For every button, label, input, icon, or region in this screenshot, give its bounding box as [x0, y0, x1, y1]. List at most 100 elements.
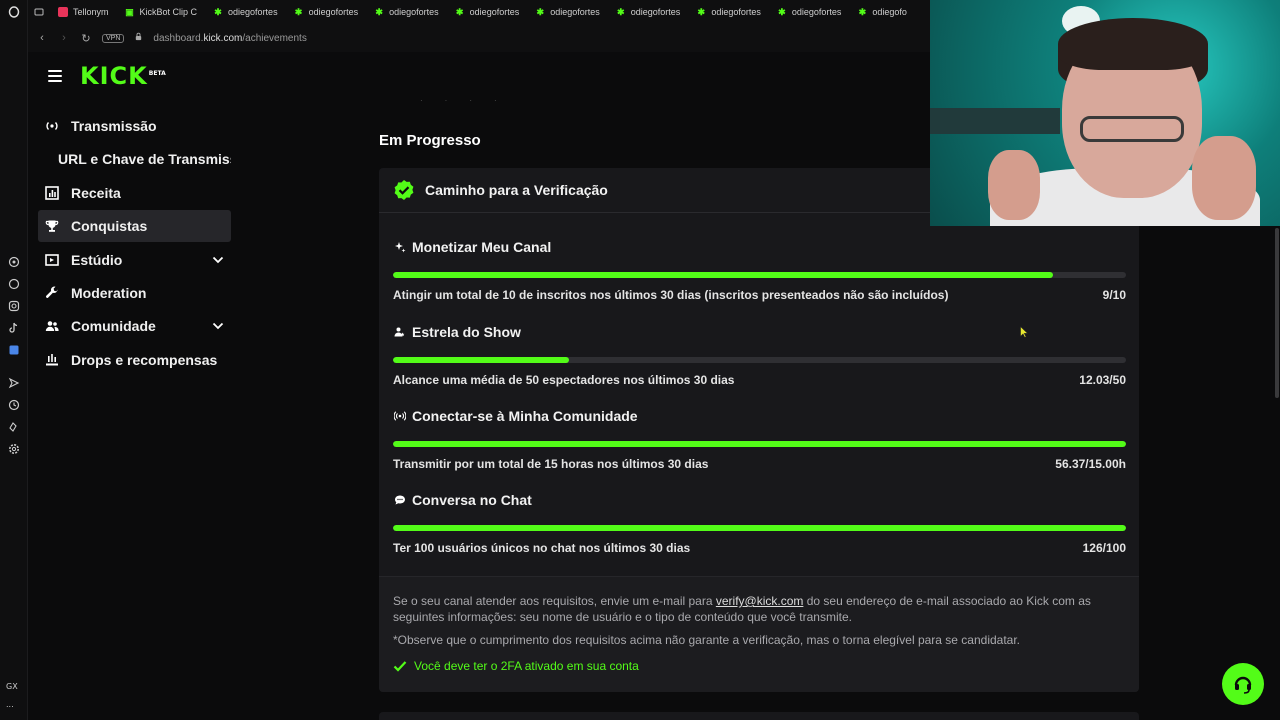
progress-bar	[393, 272, 1126, 278]
more-icon[interactable]: ...	[6, 700, 14, 709]
tab-menu[interactable]	[28, 0, 50, 24]
url-domain: kick.com	[203, 32, 243, 44]
tab-tellonym[interactable]: Tellonym	[50, 0, 117, 24]
achievement-title: Estrela do Show	[412, 324, 521, 340]
tab-label: odiegofortes	[308, 7, 359, 17]
achievement-value: 9/10	[1102, 288, 1126, 302]
kick-icon: ✱	[697, 6, 706, 17]
sidebar-item-transmissao[interactable]: Transmissão	[38, 110, 231, 142]
sidebar-item-moderation[interactable]: Moderation	[38, 277, 231, 309]
kick-icon: ✱	[858, 6, 867, 17]
achievement-value: 126/100	[1082, 541, 1126, 555]
trophy-icon	[44, 218, 60, 234]
sidebar-item-estudio[interactable]: Estúdio	[38, 244, 231, 276]
support-chat-button[interactable]	[1222, 663, 1264, 705]
url-field[interactable]: dashboard.kick.com/achievements	[153, 33, 306, 44]
sidebar-item-label: Transmissão	[71, 118, 157, 134]
settings-icon[interactable]	[7, 442, 21, 456]
scrollbar[interactable]	[1275, 228, 1279, 398]
sidebar-item-drops[interactable]: Drops e recompensas	[38, 344, 231, 376]
hamburger-menu-icon[interactable]	[48, 70, 62, 82]
verify-email-link[interactable]: verify@kick.com	[716, 594, 804, 608]
tab-label: odiegofortes	[791, 7, 842, 17]
address-bar: ‹ › ↻ VPN dashboard.kick.com/achievement…	[28, 24, 930, 52]
instagram-icon[interactable]	[7, 299, 21, 313]
back-icon[interactable]: ‹	[36, 32, 48, 44]
achievement-monetizar: Monetizar Meu Canal Atingir um total de …	[393, 239, 1126, 302]
extensions-icon[interactable]	[7, 420, 21, 434]
tab-odiegofortes[interactable]: ✱ odiegofortes	[688, 0, 769, 24]
chevron-down-icon[interactable]	[211, 319, 225, 333]
brand: KICK BETA	[48, 62, 166, 90]
live-signal-icon	[393, 410, 406, 423]
broadcast-icon	[44, 118, 60, 134]
sidebar-item-label: Drops e recompensas	[71, 351, 218, 368]
tab-label: odiegofo	[872, 7, 907, 17]
vpn-badge[interactable]: VPN	[102, 33, 125, 43]
achievement-description: Transmitir por um total de 15 horas nos …	[393, 457, 709, 471]
app-icon[interactable]	[7, 343, 21, 357]
verified-badge-icon	[394, 180, 414, 200]
viewers-icon	[393, 326, 406, 339]
tab-label: KickBot Clip C	[139, 7, 198, 17]
sidebar-item-url-chave[interactable]: URL e Chave de Transmissão	[38, 143, 231, 175]
screen: { "browser": { "tabs": [ {"label": "Tell…	[0, 0, 1280, 720]
tab-label: odiegofortes	[630, 7, 681, 17]
twofa-requirement: Você deve ter o 2FA ativado em sua conta	[393, 658, 1125, 674]
tab-odiegofortes[interactable]: ✱ odiegofo	[849, 0, 915, 24]
community-icon	[44, 318, 60, 334]
tab-odiegofortes[interactable]: ✱ odiegofortes	[447, 0, 528, 24]
webcam-overlay	[930, 0, 1280, 226]
card-title: Caminho para a Verificação	[425, 182, 608, 198]
progress-fill	[393, 357, 569, 363]
chevron-down-icon[interactable]	[211, 253, 225, 267]
mouse-cursor-icon	[1020, 326, 1028, 338]
logo-text: KICK	[80, 62, 148, 90]
progress-fill	[393, 525, 1126, 531]
forward-icon[interactable]: ›	[58, 32, 70, 44]
url-path: /achievements	[242, 32, 307, 44]
tiktok-icon[interactable]	[7, 321, 21, 335]
tab-odiegofortes[interactable]: ✱ odiegofortes	[366, 0, 447, 24]
chat-icon	[393, 494, 406, 507]
sparkle-icon	[393, 241, 406, 254]
dashboard-sidebar: KICK BETA Transmissão URL e Chave de Tran…	[28, 52, 250, 720]
verification-card: Caminho para a Verificação Monetizar Meu…	[379, 168, 1139, 692]
tab-label: Tellonym	[73, 7, 109, 17]
disclaimer-note: *Observe que o cumprimento dos requisito…	[393, 633, 1021, 647]
history-icon[interactable]	[7, 398, 21, 412]
reload-icon[interactable]: ↻	[80, 32, 92, 45]
tab-kickbot[interactable]: ▣ KickBot Clip C	[117, 0, 206, 24]
next-card	[379, 712, 1139, 720]
kick-logo[interactable]: KICK BETA	[80, 62, 166, 90]
tab-odiegofortes[interactable]: ✱ odiegofortes	[608, 0, 689, 24]
achievement-description: Atingir um total de 10 de inscritos nos …	[393, 288, 949, 302]
sidebar-item-conquistas[interactable]: Conquistas	[38, 210, 231, 243]
kick-icon: ✱	[294, 6, 303, 17]
sidebar-item-comunidade[interactable]: Comunidade	[38, 310, 231, 342]
progress-fill	[393, 272, 1053, 278]
drops-icon	[44, 352, 60, 368]
progress-bar	[393, 525, 1126, 531]
tab-odiegofortes[interactable]: ✱ odiegofortes	[769, 0, 850, 24]
gx-label[interactable]: GX	[6, 682, 18, 691]
tab-odiegofortes[interactable]: ✱ odiegofortes	[205, 0, 286, 24]
sidebar-item-label: Estúdio	[71, 251, 123, 268]
lock-icon	[134, 32, 143, 44]
tab-odiegofortes[interactable]: ✱ odiegofortes	[527, 0, 608, 24]
achievement-estrela: Estrela do Show Alcance uma média de 50 …	[393, 324, 1126, 387]
progress-bar	[393, 441, 1126, 447]
tab-label: odiegofortes	[711, 7, 761, 17]
ai-icon[interactable]	[7, 255, 21, 269]
whatsapp-icon[interactable]	[7, 277, 21, 291]
send-icon[interactable]	[7, 376, 21, 390]
sidebar-item-receita[interactable]: Receita	[38, 177, 231, 209]
kick-icon: ✱	[536, 6, 544, 17]
achievement-title: Conectar-se à Minha Comunidade	[412, 408, 638, 424]
tab-label: odiegofortes	[389, 7, 439, 17]
achievement-conversa: Conversa no Chat Ter 100 usuários únicos…	[393, 492, 1126, 555]
opera-logo-icon[interactable]	[7, 5, 21, 19]
sidebar-item-label: URL e Chave de Transmissão	[58, 151, 231, 168]
tab-odiegofortes[interactable]: ✱ odiegofortes	[286, 0, 367, 24]
sidebar-item-label: Conquistas	[71, 218, 148, 235]
